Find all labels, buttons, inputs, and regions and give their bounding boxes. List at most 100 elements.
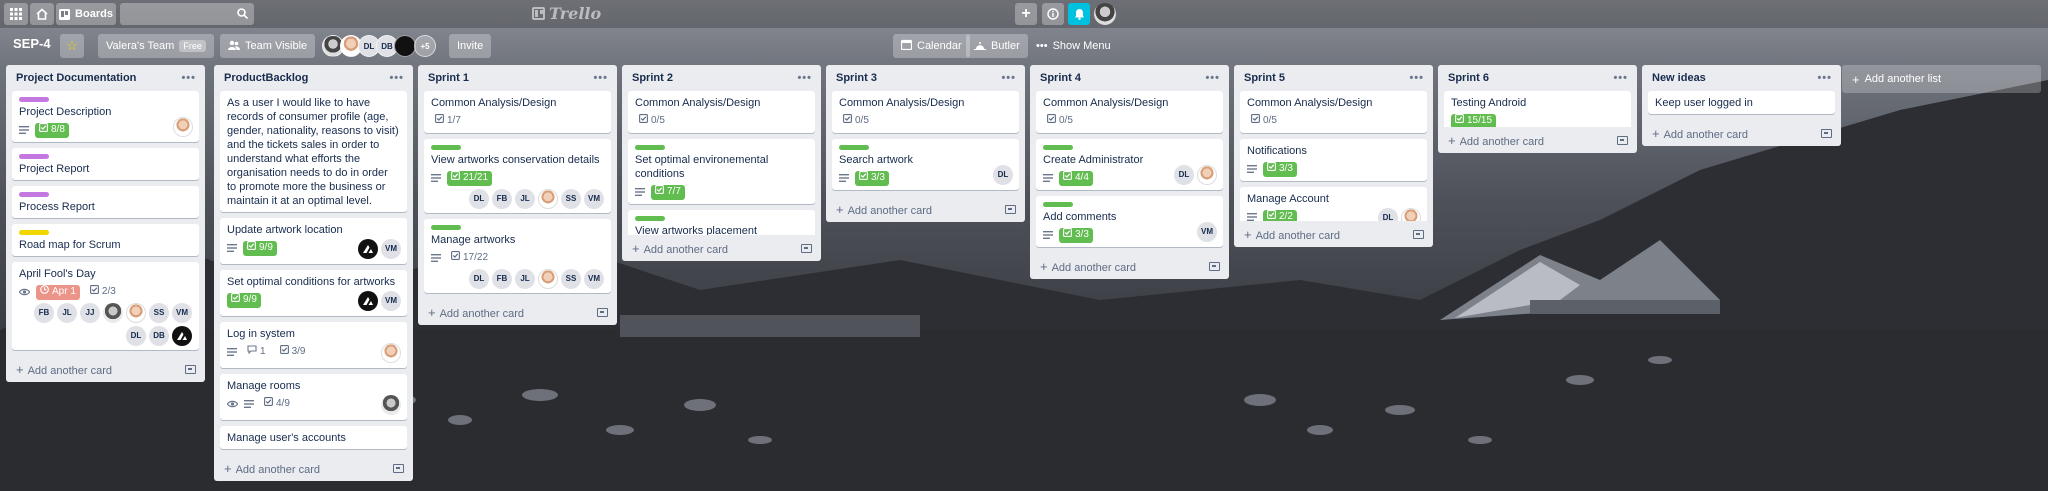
card[interactable]: Process Report: [12, 186, 199, 218]
add-card-button[interactable]: + Add another card: [214, 455, 413, 481]
list-header[interactable]: Sprint 6 •••: [1438, 65, 1637, 91]
notifications-button[interactable]: [1068, 3, 1090, 25]
member-avatar[interactable]: DL: [993, 165, 1013, 185]
card[interactable]: Common Analysis/Design 0/5: [832, 91, 1019, 133]
card-template-icon[interactable]: [801, 243, 812, 253]
list-menu-icon[interactable]: •••: [1001, 72, 1016, 84]
list-menu-icon[interactable]: •••: [181, 72, 196, 84]
card-template-icon[interactable]: [1617, 135, 1628, 145]
apps-grid-button[interactable]: [4, 3, 28, 25]
card[interactable]: Common Analysis/Design 0/5: [1036, 91, 1223, 133]
member-avatar[interactable]: [381, 343, 401, 363]
list-header[interactable]: Sprint 5 •••: [1234, 65, 1433, 91]
member-avatar[interactable]: VM: [381, 239, 401, 259]
member-avatar[interactable]: JL: [57, 303, 77, 323]
card[interactable]: Common Analysis/Design 1/7: [424, 91, 611, 133]
card[interactable]: Project Description 8/8: [12, 91, 199, 142]
card[interactable]: Set optimal conditions for artworks 9/9 VM: [220, 270, 407, 316]
member-avatar[interactable]: VM: [584, 269, 604, 289]
add-card-button[interactable]: + Add another card: [6, 356, 205, 382]
member-avatar[interactable]: VM: [584, 189, 604, 209]
member-avatar[interactable]: JL: [515, 269, 535, 289]
list-header[interactable]: Sprint 1 •••: [418, 65, 617, 91]
card[interactable]: Common Analysis/Design 0/5: [1240, 91, 1427, 133]
card[interactable]: Add comments 3/3 VM: [1036, 196, 1223, 247]
card[interactable]: Manage rooms 4/9: [220, 374, 407, 420]
card[interactable]: Log in system 1 3/9: [220, 322, 407, 368]
list-title[interactable]: Sprint 1: [428, 72, 469, 84]
member-avatar[interactable]: DL: [1378, 208, 1398, 221]
card-template-icon[interactable]: [1821, 128, 1832, 138]
list-header[interactable]: Sprint 4 •••: [1030, 65, 1229, 91]
member-avatar[interactable]: FB: [492, 189, 512, 209]
card[interactable]: Manage Account 2/2 DL: [1240, 187, 1427, 221]
member-avatar[interactable]: [381, 395, 401, 415]
card-template-icon[interactable]: [1413, 229, 1424, 239]
card[interactable]: Manage user's accounts: [220, 426, 407, 449]
add-card-button[interactable]: + Add another card: [826, 196, 1025, 222]
card-label[interactable]: [19, 154, 49, 159]
member-avatar[interactable]: JL: [515, 189, 535, 209]
member-avatar[interactable]: JJ: [80, 303, 100, 323]
card[interactable]: Search artwork 3/3 DL: [832, 139, 1019, 190]
card-label[interactable]: [431, 225, 461, 230]
visibility-button[interactable]: Team Visible: [220, 34, 316, 58]
boards-button[interactable]: Boards: [56, 3, 116, 25]
list-title[interactable]: Sprint 3: [836, 72, 877, 84]
list-header[interactable]: ProductBacklog •••: [214, 65, 413, 91]
board-title[interactable]: SEP-4: [13, 36, 51, 51]
member-avatar[interactable]: [1401, 208, 1421, 221]
card[interactable]: Notifications 3/3: [1240, 139, 1427, 181]
card-template-icon[interactable]: [597, 307, 608, 317]
member-avatar[interactable]: [126, 303, 146, 323]
butler-button[interactable]: Butler: [966, 34, 1028, 58]
member-avatar[interactable]: [173, 117, 193, 137]
list-title[interactable]: Sprint 5: [1244, 72, 1285, 84]
trello-logo[interactable]: Trello: [532, 4, 601, 23]
list-title[interactable]: ProductBacklog: [224, 72, 308, 84]
add-card-button[interactable]: + Add another card: [1642, 120, 1841, 146]
list-menu-icon[interactable]: •••: [1613, 72, 1628, 84]
list-header[interactable]: Sprint 3 •••: [826, 65, 1025, 91]
member-avatar[interactable]: SS: [561, 269, 581, 289]
list-title[interactable]: Sprint 6: [1448, 72, 1489, 84]
member-avatar[interactable]: VM: [172, 303, 192, 323]
list-title[interactable]: Sprint 2: [632, 72, 673, 84]
member-avatar[interactable]: VM: [381, 291, 401, 311]
card[interactable]: Testing Android 15/15: [1444, 91, 1631, 127]
create-button[interactable]: +: [1015, 3, 1037, 25]
card[interactable]: Update artwork location 9/9 VM: [220, 218, 407, 264]
list-header[interactable]: Project Documentation •••: [6, 65, 205, 91]
card-label[interactable]: [635, 145, 665, 150]
list-menu-icon[interactable]: •••: [1817, 72, 1832, 84]
show-menu-button[interactable]: ••• Show Menu: [1028, 34, 1119, 58]
member-avatar[interactable]: [538, 269, 558, 289]
search-icon[interactable]: [237, 8, 249, 22]
member-avatar[interactable]: [358, 239, 378, 259]
card-label[interactable]: [19, 230, 49, 235]
list-menu-icon[interactable]: •••: [389, 72, 404, 84]
card[interactable]: Road map for Scrum: [12, 224, 199, 256]
more-members-count[interactable]: +5: [414, 35, 436, 57]
member-avatar[interactable]: DL: [469, 269, 489, 289]
search-input[interactable]: [120, 3, 230, 25]
card[interactable]: Manage artworks 17/22 DL FB JL SS VM: [424, 219, 611, 293]
member-avatar[interactable]: [103, 303, 123, 323]
list-menu-icon[interactable]: •••: [593, 72, 608, 84]
list-title[interactable]: Project Documentation: [16, 72, 136, 84]
member-avatar[interactable]: DB: [149, 326, 169, 346]
member-avatar[interactable]: DL: [1174, 165, 1194, 185]
card-label[interactable]: [839, 145, 869, 150]
list-title[interactable]: New ideas: [1652, 72, 1706, 84]
member-avatar[interactable]: DL: [469, 189, 489, 209]
card[interactable]: April Fool's Day Apr 1 2/3 FB JL JJ SS VM DL DB: [12, 262, 199, 350]
card-label[interactable]: [431, 145, 461, 150]
member-avatar[interactable]: FB: [34, 303, 54, 323]
member-avatar[interactable]: DL: [126, 326, 146, 346]
card[interactable]: View artworks placement12/12: [628, 210, 815, 235]
member-avatar[interactable]: SS: [561, 189, 581, 209]
member-avatar[interactable]: [1197, 165, 1217, 185]
add-list-button[interactable]: + Add another list: [1842, 65, 2041, 93]
info-button[interactable]: [1042, 3, 1064, 25]
add-card-button[interactable]: + Add another card: [1030, 253, 1229, 279]
